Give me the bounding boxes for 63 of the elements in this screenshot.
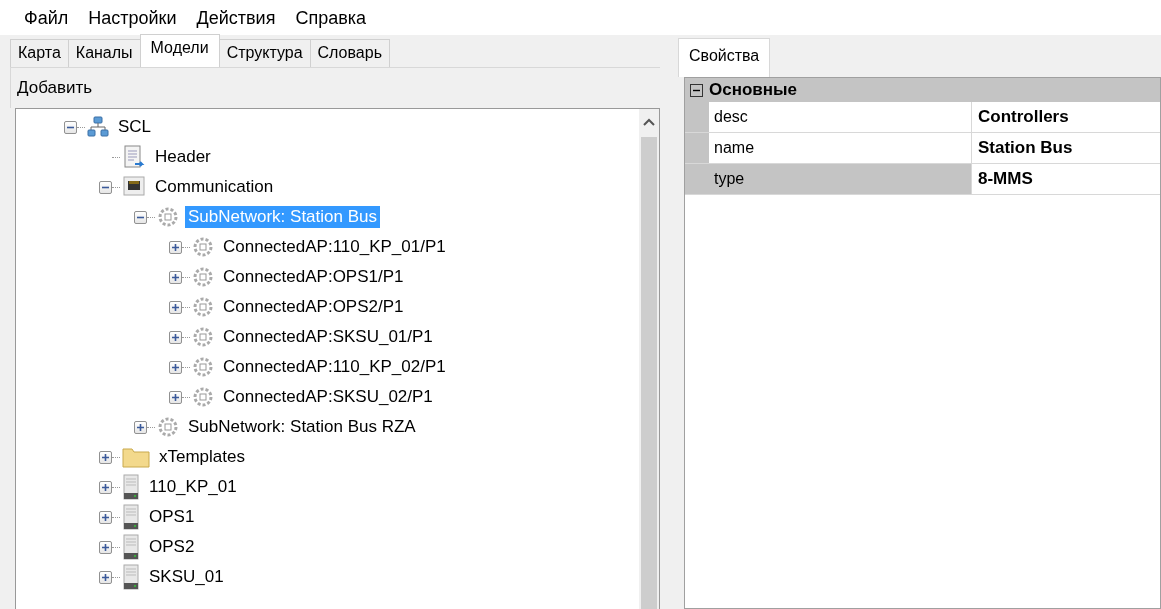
- expand-icon[interactable]: [99, 540, 112, 554]
- server-icon: [122, 474, 140, 500]
- gear-icon: [192, 386, 214, 408]
- tree-item[interactable]: ConnectedAP:110_KP_02/P1: [220, 356, 449, 378]
- gear-icon: [157, 416, 179, 438]
- collapse-icon[interactable]: [690, 83, 703, 97]
- ethernet-port-icon: [122, 175, 146, 199]
- document-icon: [122, 145, 146, 169]
- expand-icon[interactable]: [99, 570, 112, 584]
- category-label: Основные: [709, 80, 798, 100]
- collapse-icon[interactable]: [134, 210, 147, 224]
- gear-icon: [192, 266, 214, 288]
- collapse-icon[interactable]: [64, 120, 77, 134]
- gear-icon: [192, 326, 214, 348]
- expand-icon[interactable]: [134, 420, 147, 434]
- scrollbar[interactable]: [639, 109, 659, 609]
- expand-icon[interactable]: [169, 360, 182, 374]
- tree-item[interactable]: Header: [152, 146, 214, 168]
- menu-item[interactable]: Справка: [287, 8, 375, 29]
- tree-item[interactable]: SCL: [115, 116, 155, 138]
- expand-icon[interactable]: [169, 300, 182, 314]
- tree-item[interactable]: ConnectedAP:SKSU_01/P1: [220, 326, 436, 348]
- network-icon: [87, 116, 109, 138]
- server-icon: [122, 564, 140, 590]
- tree-item[interactable]: ConnectedAP:OPS2/P1: [220, 296, 407, 318]
- gear-icon: [192, 296, 214, 318]
- expand-icon[interactable]: [169, 270, 182, 284]
- gear-icon: [157, 206, 179, 228]
- properties-tab[interactable]: Свойства: [678, 38, 771, 77]
- tab[interactable]: Модели: [139, 34, 220, 67]
- menu-item[interactable]: Действия: [188, 8, 284, 29]
- tree-item[interactable]: SubNetwork: Station Bus RZA: [185, 416, 419, 438]
- collapse-icon[interactable]: [99, 180, 112, 194]
- gear-icon: [192, 356, 214, 378]
- folder-icon: [122, 446, 150, 468]
- tree-item[interactable]: 110_KP_01: [146, 476, 240, 498]
- property-value[interactable]: 8-MMS: [972, 164, 1160, 194]
- menu-item[interactable]: Файл: [16, 8, 77, 29]
- property-value[interactable]: Station Bus: [972, 133, 1160, 163]
- tree-item[interactable]: SKSU_01: [146, 566, 227, 588]
- tree-item[interactable]: xTemplates: [156, 446, 248, 468]
- tree-item[interactable]: Communication: [152, 176, 277, 198]
- menu-item[interactable]: Настройки: [80, 8, 185, 29]
- tree-item[interactable]: ConnectedAP:SKSU_02/P1: [220, 386, 436, 408]
- add-button[interactable]: Добавить: [11, 74, 99, 102]
- expand-icon[interactable]: [169, 330, 182, 344]
- server-icon: [122, 504, 140, 530]
- tab[interactable]: Словарь: [309, 39, 390, 67]
- property-name[interactable]: name: [709, 133, 972, 163]
- tab[interactable]: Карта: [10, 39, 69, 67]
- expand-icon[interactable]: [99, 480, 112, 494]
- tree-item[interactable]: ConnectedAP:OPS1/P1: [220, 266, 407, 288]
- tree-item[interactable]: ConnectedAP:110_KP_01/P1: [220, 236, 449, 258]
- gear-icon: [192, 236, 214, 258]
- server-icon: [122, 534, 140, 560]
- property-value[interactable]: Controllers: [972, 102, 1160, 132]
- property-name[interactable]: desc: [709, 102, 972, 132]
- expand-icon[interactable]: [99, 450, 112, 464]
- tree-item[interactable]: OPS1: [146, 506, 198, 528]
- expand-icon[interactable]: [169, 240, 182, 254]
- expand-icon[interactable]: [169, 390, 182, 404]
- tree-item[interactable]: OPS2: [146, 536, 198, 558]
- expand-icon[interactable]: [99, 510, 112, 524]
